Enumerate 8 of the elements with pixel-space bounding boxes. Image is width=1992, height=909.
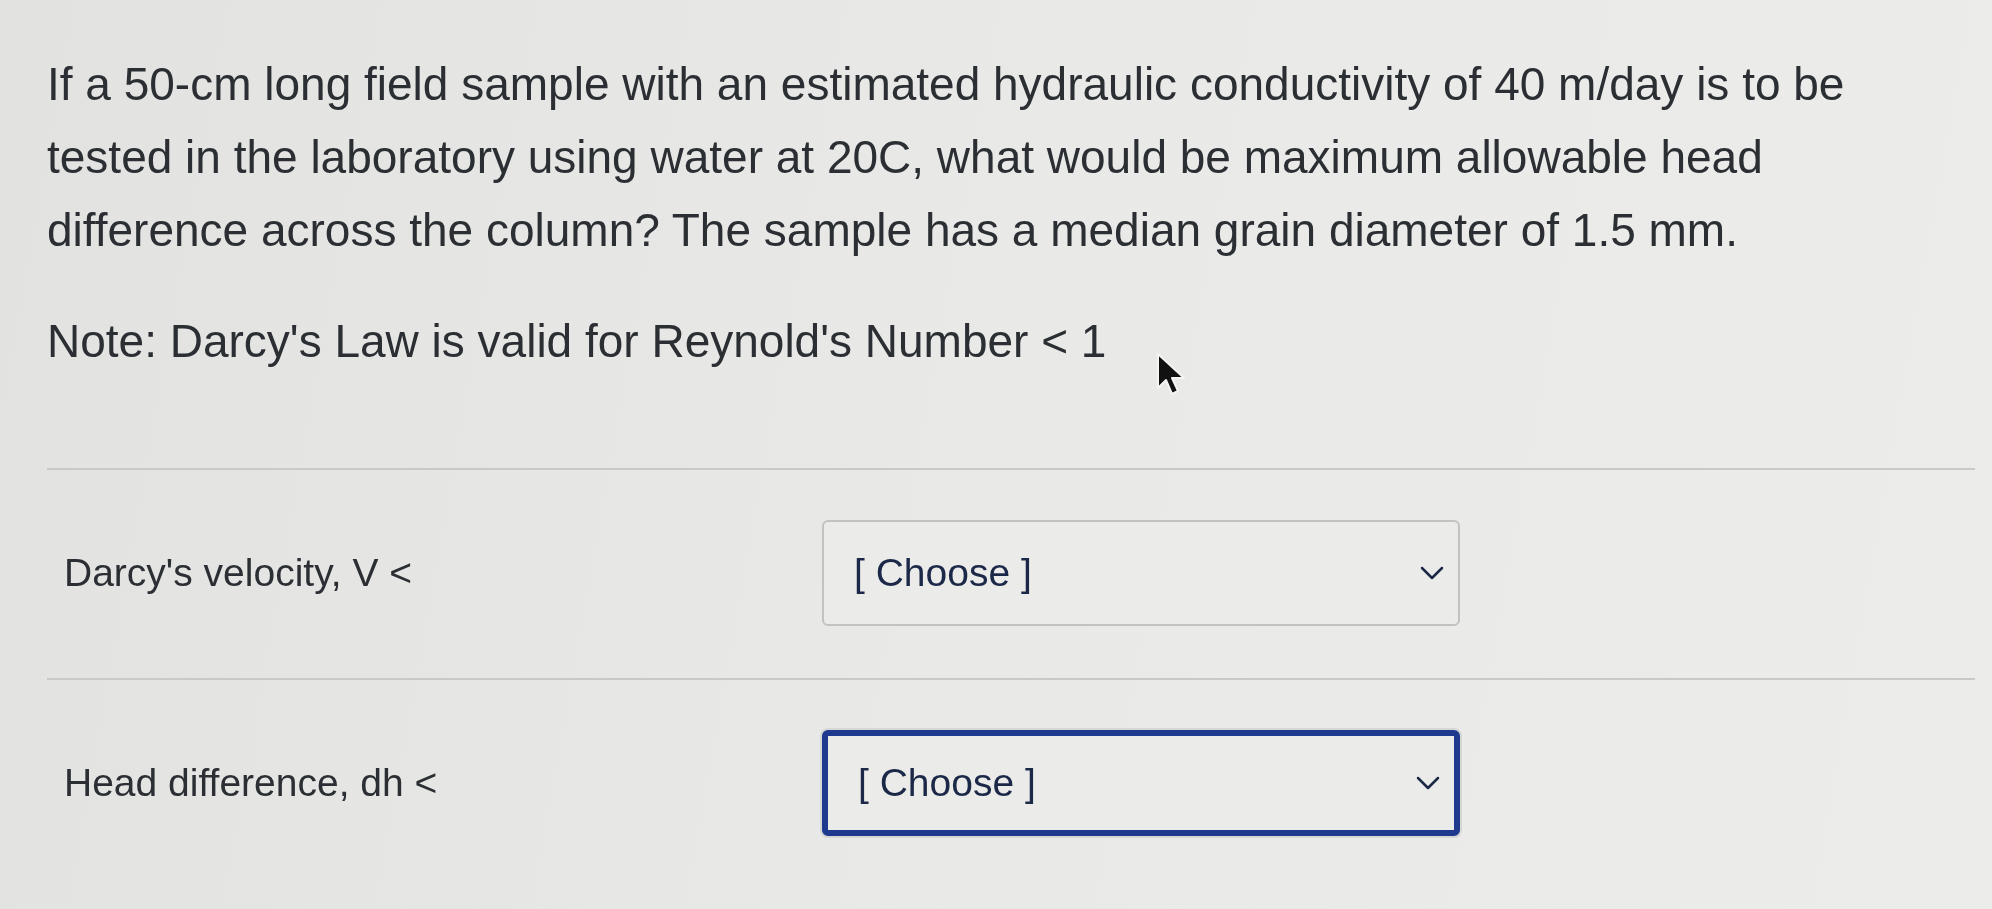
question-text: If a 50-cm long field sample with an estimated hydraulic conductivity of 40 m/day is to be tested in the laboratory using water at 20C, what would be maximum allowable head difference across the column? The sample has a median grain diameter of 1.5 mm. xyxy=(47,57,1846,258)
answer-label: Head difference, dh < xyxy=(64,761,438,805)
answer-dropdown[interactable]: [ Choose ] xyxy=(822,520,1460,626)
chevron-down-icon xyxy=(1416,776,1440,790)
answer-label: Darcy's velocity, V < xyxy=(64,551,413,595)
answer-dropdown[interactable]: [ Choose ] xyxy=(822,730,1460,836)
chevron-down-icon xyxy=(1420,566,1444,580)
note-text: Note: Darcy's Law is valid for Reynold's Number < 1 xyxy=(47,314,1107,369)
